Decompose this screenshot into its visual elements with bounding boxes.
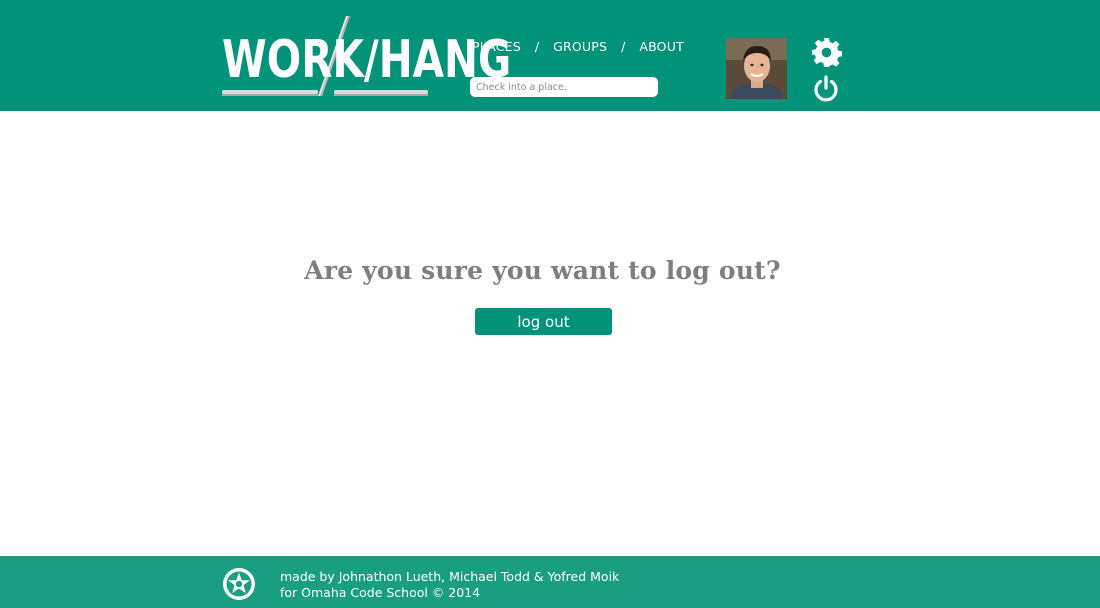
nav-separator: / [534,38,540,54]
footer-credits: made by Johnathon Lueth, Michael Todd & … [280,569,619,601]
avatar-photo [726,38,787,99]
site-footer: made by Johnathon Lueth, Michael Todd & … [0,556,1100,608]
check-in-search-input[interactable] [470,77,658,97]
logo-wordmark: WORK/HANG [222,30,512,90]
omaha-code-school-star-icon [223,568,255,600]
user-avatar[interactable] [726,38,787,99]
nav-places[interactable]: PLACES [472,39,521,54]
nav-groups[interactable]: GROUPS [553,39,607,54]
main-nav: PLACES / GROUPS / ABOUT [472,38,684,54]
logout-button[interactable]: log out [475,308,612,335]
power-icon[interactable] [812,75,840,103]
gear-icon[interactable] [811,37,842,68]
footer-authors: made by Johnathon Lueth, Michael Todd & … [280,569,620,584]
site-header: WORK/HANG PLACES / GROUPS / ABOUT [0,0,1100,111]
logout-confirm-question: Are you sure you want to log out? [304,256,781,285]
nav-about[interactable]: ABOUT [639,39,684,54]
workhang-logo[interactable]: WORK/HANG [222,14,511,100]
nav-separator: / [621,38,626,54]
footer-copyright: for Omaha Code School © 2014 [280,585,481,600]
